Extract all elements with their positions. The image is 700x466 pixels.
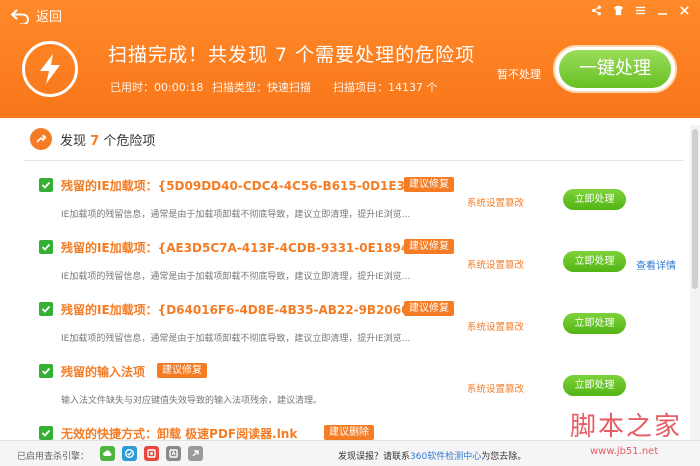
share-icon[interactable] xyxy=(588,2,604,18)
back-label: 返回 xyxy=(36,10,63,25)
scan-result-title: 扫描完成！共发现 7 个需要处理的危险项 xyxy=(108,44,476,66)
one-click-fix-label: 一键处理 xyxy=(559,50,671,88)
software-center-link[interactable]: 360软件检测中心 xyxy=(410,452,481,462)
checkmark-icon xyxy=(41,181,51,189)
item-checkbox[interactable] xyxy=(39,426,53,440)
list-scrollbar[interactable] xyxy=(690,125,700,440)
report-suffix: 为您去除。 xyxy=(481,452,527,462)
item-category: 系统设置篡改 xyxy=(467,384,525,395)
skin-icon[interactable] xyxy=(610,2,626,18)
checkmark-icon xyxy=(41,305,51,313)
danger-count: 7 xyxy=(90,133,100,149)
scan-type: 扫描类型：快速扫描 xyxy=(212,81,311,94)
item-description: IE加载项的残留信息，通常是由于加载项卸载不彻底导致，建议立即清理，提升IE浏览… xyxy=(61,334,411,344)
item-category: 系统设置篡改 xyxy=(467,260,525,271)
summary-suffix: 个危险项 xyxy=(103,133,156,149)
window-controls xyxy=(588,2,692,18)
list-item: 无效的快捷方式：卸载 极速PDF阅读器.lnk 建议删除 xyxy=(0,419,690,440)
item-description: 输入法文件缺失与对应键值失效导致的输入法项残余，建议清理。 xyxy=(61,396,323,406)
fix-now-button[interactable]: 立即处理 xyxy=(563,189,626,210)
list-item: 残留的IE加载项：{AE3D5C7A-413F-4CDB-9331-0E1894… xyxy=(0,233,690,295)
item-category: 系统设置篡改 xyxy=(467,322,525,333)
item-title: 无效的快捷方式：卸载 极速PDF阅读器.lnk xyxy=(61,427,298,440)
lightning-icon xyxy=(22,41,78,97)
minimize-icon[interactable] xyxy=(654,2,670,18)
item-title: 残留的IE加载项：{5D09DD40-CDC4-4C56-B615-0D1E3B… xyxy=(61,179,445,193)
back-button[interactable]: 返回 xyxy=(10,6,62,25)
item-title: 残留的输入法项 xyxy=(61,365,146,379)
item-description: IE加载项的残留信息，通常是由于加载项卸载不彻底导致，建议立即清理，提升IE浏览… xyxy=(61,272,411,282)
item-tag: 建议修复 xyxy=(404,301,454,316)
elapsed-time: 已用时：00:00:18 xyxy=(110,81,204,94)
scrollbar-thumb[interactable] xyxy=(692,129,698,289)
item-tag: 建议修复 xyxy=(404,177,454,192)
list-item: 残留的输入法项 建议修复 输入法文件缺失与对应键值失效导致的输入法项残余，建议清… xyxy=(0,357,690,419)
checkmark-icon xyxy=(41,243,51,251)
item-tag: 建议修复 xyxy=(157,363,207,378)
item-category: 系统设置篡改 xyxy=(467,198,525,209)
back-arrow-icon xyxy=(10,8,29,24)
danger-arrow-icon xyxy=(30,128,52,150)
one-click-fix-button[interactable]: 一键处理 xyxy=(553,45,677,93)
avira-engine-icon[interactable] xyxy=(166,446,181,461)
danger-summary: 发现 7 个危险项 xyxy=(30,128,155,150)
checkmark-icon xyxy=(41,429,51,437)
engine-icons xyxy=(100,446,203,461)
item-checkbox[interactable] xyxy=(39,302,53,316)
danger-list: 残留的IE加载项：{5D09DD40-CDC4-4C56-B615-0D1E3B… xyxy=(0,161,690,440)
item-tag: 建议修复 xyxy=(404,239,454,254)
menu-icon[interactable] xyxy=(632,2,648,18)
item-tag: 建议删除 xyxy=(324,425,374,440)
view-details-link[interactable]: 查看详情 xyxy=(636,257,676,272)
false-positive-report: 发现误报？请联系360软件检测中心为您去除。 xyxy=(338,449,526,462)
item-checkbox[interactable] xyxy=(39,364,53,378)
item-description: IE加载项的残留信息，通常是由于加载项卸载不彻底导致，建议立即清理，提升IE浏览… xyxy=(61,210,411,220)
item-checkbox[interactable] xyxy=(39,240,53,254)
system-repair-engine-icon[interactable] xyxy=(144,446,159,461)
cloud-engine-icon[interactable] xyxy=(100,446,115,461)
list-item: 残留的IE加载项：{5D09DD40-CDC4-4C56-B615-0D1E3B… xyxy=(0,171,690,233)
danger-summary-text: 发现 7 个危险项 xyxy=(60,130,155,149)
close-icon[interactable] xyxy=(676,2,692,18)
fix-now-button[interactable]: 立即处理 xyxy=(563,313,626,334)
list-item: 残留的IE加载项：{D64016F6-4D8E-4B35-AB22-9B2060… xyxy=(0,295,690,357)
item-title: 残留的IE加载项：{AE3D5C7A-413F-4CDB-9331-0E1894… xyxy=(61,241,448,255)
item-checkbox[interactable] xyxy=(39,178,53,192)
checkmark-icon xyxy=(41,367,51,375)
scan-result-header: 返回 扫描完成！共发现 7 个需要处理的危险项 已用时：00:00:18 扫描类… xyxy=(0,0,700,118)
status-footer: 已启用查杀引擎： 发现误报？请联系360软件检测中心为您去除。 xyxy=(0,440,700,466)
fix-now-button[interactable]: 立即处理 xyxy=(563,375,626,396)
qvm-engine-icon[interactable] xyxy=(122,446,137,461)
ignore-button[interactable]: 暂不处理 xyxy=(497,66,541,82)
summary-prefix: 发现 xyxy=(60,133,87,149)
scan-item-count: 扫描项目：14137 个 xyxy=(333,81,438,94)
report-prefix: 发现误报？请联系 xyxy=(338,452,411,462)
engines-label: 已启用查杀引擎： xyxy=(17,452,90,462)
bitdefender-engine-icon[interactable] xyxy=(188,446,203,461)
item-title: 残留的IE加载项：{D64016F6-4D8E-4B35-AB22-9B2060… xyxy=(61,303,449,317)
fix-now-button[interactable]: 立即处理 xyxy=(563,251,626,272)
